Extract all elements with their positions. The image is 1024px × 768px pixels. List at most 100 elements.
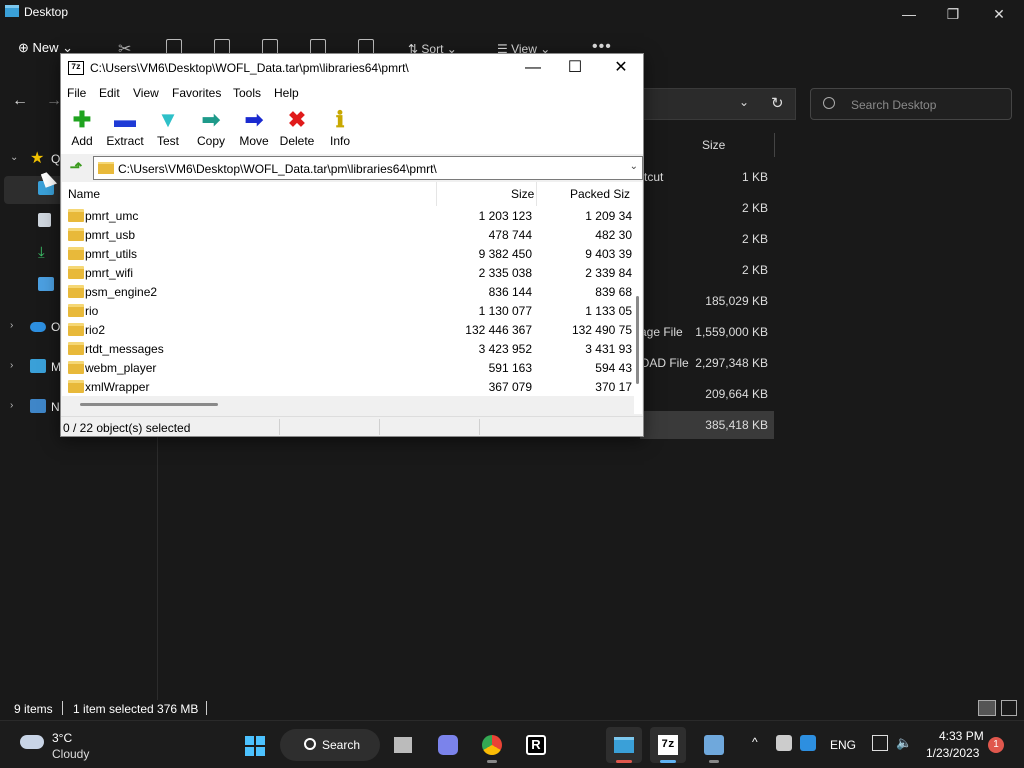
item-packed-size: 839 68 <box>595 285 632 299</box>
column-header-packed-size[interactable]: Packed Siz <box>570 187 630 201</box>
chevron-icon[interactable]: ⌄ <box>10 152 18 163</box>
item-packed-size: 9 403 39 <box>585 247 632 261</box>
taskbar: 3°C Cloudy Search R 7z ^ ENG 🔈 4:33 PM 1… <box>0 720 1024 768</box>
weather-temperature[interactable]: 3°C <box>52 731 72 745</box>
up-folder-arrow-icon[interactable]: ⬏ <box>65 158 87 178</box>
item-packed-size: 1 209 34 <box>585 209 632 223</box>
file-row[interactable]: 209,664 KB <box>640 380 774 408</box>
item-size: 478 744 <box>488 228 532 242</box>
close-button[interactable]: ✕ <box>598 54 644 82</box>
file-row[interactable]: 185,029 KB <box>640 287 774 315</box>
column-header-name[interactable]: Name <box>68 187 100 201</box>
volume-icon[interactable]: 🔈 <box>896 735 912 751</box>
chevron-down-icon[interactable]: ⌄ <box>630 161 638 172</box>
tiles-view-icon[interactable] <box>1001 700 1017 716</box>
file-row[interactable]: 2 KB <box>640 256 774 284</box>
task-view-icon <box>394 737 412 753</box>
weather-condition[interactable]: Cloudy <box>52 747 89 761</box>
details-view-icon[interactable] <box>978 700 996 716</box>
status-divider <box>62 701 63 715</box>
delete-button[interactable]: ✖ Delete <box>277 106 317 152</box>
column-header-size[interactable]: Size <box>702 138 725 152</box>
list-item[interactable]: pmrt_wifi 2 335 038 2 339 84 <box>62 263 632 282</box>
info-button[interactable]: ℹ Info <box>320 106 360 152</box>
security-shield-icon[interactable] <box>800 735 816 751</box>
back-arrow-icon[interactable]: ← <box>12 92 28 110</box>
column-header-size[interactable]: Size <box>511 187 534 201</box>
unity-hub-button[interactable] <box>696 727 732 763</box>
vertical-scroll-thumb[interactable] <box>636 296 639 384</box>
chrome-icon <box>482 735 502 755</box>
file-row[interactable]: age File 1,559,000 KB <box>640 318 774 346</box>
list-item[interactable]: rio 1 130 077 1 133 05 <box>62 301 632 320</box>
7zip-status-bar: 0 / 22 object(s) selected <box>61 416 643 436</box>
move-button[interactable]: ➡ Move <box>234 106 274 152</box>
chrome-button[interactable] <box>474 727 510 763</box>
folder-icon <box>68 247 84 260</box>
star-icon: ★ <box>30 150 45 167</box>
7zip-file-list: Name Size Packed Siz pmrt_umc 1 203 123 1 … <box>62 182 642 414</box>
test-button[interactable]: ▼ Test <box>148 106 188 152</box>
rider-app-button[interactable]: R <box>518 727 554 763</box>
menu-view[interactable]: View <box>133 86 159 100</box>
file-row[interactable]: OAD File 2,297,348 KB <box>640 349 774 377</box>
chevron-right-icon[interactable]: › <box>10 360 13 371</box>
list-item[interactable]: rtdt_messages 3 423 952 3 431 93 <box>62 339 632 358</box>
horizontal-scrollbar[interactable] <box>62 396 634 414</box>
restore-button[interactable]: ❐ <box>930 0 976 28</box>
add-button[interactable]: ✚ Add <box>62 106 102 152</box>
menu-edit[interactable]: Edit <box>99 86 120 100</box>
menu-file[interactable]: File <box>67 86 86 100</box>
running-indicator <box>709 760 719 763</box>
chevron-down-icon[interactable]: ⌄ <box>739 95 749 109</box>
list-item[interactable]: pmrt_umc 1 203 123 1 209 34 <box>62 206 632 225</box>
file-row-selected[interactable]: 385,418 KB <box>640 411 774 439</box>
address-bar[interactable]: ⌄ ↻ <box>640 88 796 120</box>
search-input[interactable]: Search Desktop <box>810 88 1012 120</box>
list-item[interactable]: pmrt_usb 478 744 482 30 <box>62 225 632 244</box>
language-indicator[interactable]: ENG <box>830 738 856 752</box>
menu-favorites[interactable]: Favorites <box>172 86 221 100</box>
list-item[interactable]: pmrt_utils 9 382 450 9 403 39 <box>62 244 632 263</box>
clock-time[interactable]: 4:33 PM <box>939 729 984 743</box>
list-item[interactable]: rio2 132 446 367 132 490 75 <box>62 320 632 339</box>
menu-tools[interactable]: Tools <box>233 86 261 100</box>
chevron-right-icon[interactable]: › <box>10 320 13 331</box>
menu-help[interactable]: Help <box>274 86 299 100</box>
minimize-button[interactable]: — <box>886 0 932 28</box>
show-hidden-icons-chevron-icon[interactable]: ^ <box>752 735 758 749</box>
clock-date[interactable]: 1/23/2023 <box>926 746 979 760</box>
close-button[interactable]: ✕ <box>976 0 1022 28</box>
taskbar-search-button[interactable]: Search <box>280 729 380 761</box>
refresh-icon[interactable]: ↻ <box>771 94 784 112</box>
info-icon: ℹ <box>335 107 345 132</box>
display-icon[interactable] <box>872 735 888 751</box>
path-combobox[interactable]: C:\Users\VM6\Desktop\WOFL_Data.tar\pm\li… <box>93 156 643 180</box>
notification-badge[interactable]: 1 <box>988 737 1004 753</box>
start-button[interactable] <box>236 727 272 763</box>
extract-button[interactable]: ▬ Extract <box>105 106 145 152</box>
cloud-icon[interactable] <box>20 735 44 749</box>
folder-icon <box>68 342 84 355</box>
file-type: OAD File <box>640 356 689 370</box>
horizontal-scroll-thumb[interactable] <box>80 403 218 406</box>
copy-button[interactable]: ➡ Copy <box>191 106 231 152</box>
file-row[interactable]: rtcut 1 KB <box>640 163 774 191</box>
file-size: 1 KB <box>741 170 768 184</box>
chevron-right-icon[interactable]: › <box>10 400 13 411</box>
maximize-button[interactable]: ☐ <box>552 54 598 82</box>
file-size: 185,029 KB <box>705 294 768 308</box>
network-tray-icon[interactable] <box>776 735 792 751</box>
list-item[interactable]: webm_player 591 163 594 43 <box>62 358 632 377</box>
file-explorer-taskbar-button[interactable] <box>606 727 642 763</box>
search-icon <box>304 738 316 750</box>
teams-chat-button[interactable] <box>430 727 466 763</box>
vertical-scrollbar[interactable] <box>634 206 642 414</box>
list-item[interactable]: xmlWrapper 367 079 370 17 <box>62 377 632 396</box>
file-row[interactable]: 2 KB <box>640 225 774 253</box>
task-view-button[interactable] <box>386 727 422 763</box>
list-item[interactable]: psm_engine2 836 144 839 68 <box>62 282 632 301</box>
minimize-button[interactable]: — <box>510 54 556 82</box>
file-row[interactable]: 2 KB <box>640 194 774 222</box>
7zip-taskbar-button[interactable]: 7z <box>650 727 686 763</box>
